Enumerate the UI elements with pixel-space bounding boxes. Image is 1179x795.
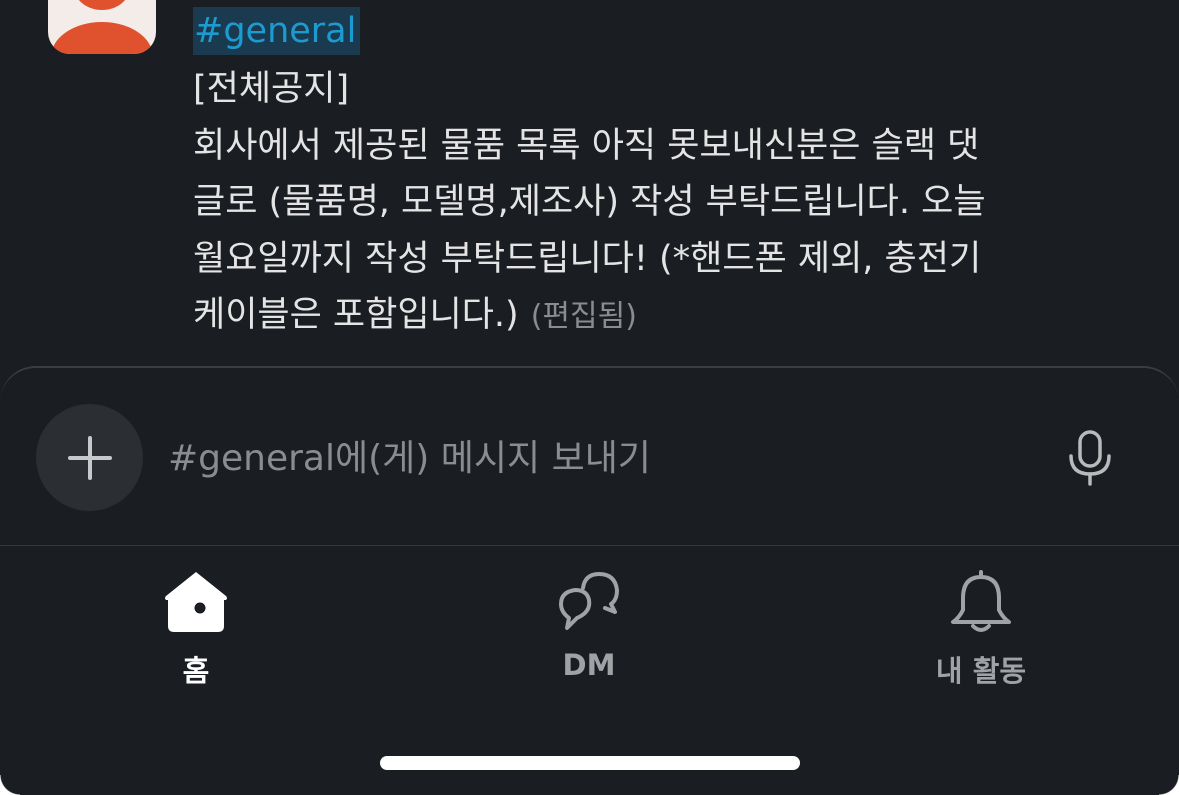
tab-dm-label: DM	[562, 648, 616, 682]
avatar-head-shape	[74, 0, 130, 10]
message-line: 회사에서 제공된 물품 목록 아직 못보내신분은 슬랙 댓	[193, 125, 980, 166]
message-line-last: 케이블은 포함입니다.) (편집됨)	[193, 287, 1153, 346]
user-avatar[interactable]	[48, 0, 156, 54]
slack-screen: #general [전체공지] 회사에서 제공된 물품 목록 아직 못보내신분은…	[0, 0, 1179, 795]
home-icon	[165, 572, 227, 632]
tab-activity-label: 내 활동	[935, 654, 1027, 688]
home-indicator-bar[interactable]	[380, 756, 800, 770]
message-line: 글로 (물품명, 모델명,제조사) 작성 부탁드립니다. 오늘	[193, 182, 986, 222]
message-line: 월요일까지 작성 부탁드립니다! (*핸드폰 제외, 충전기	[193, 238, 982, 279]
microphone-icon[interactable]	[1062, 428, 1118, 488]
tab-home[interactable]: 홈	[96, 566, 296, 696]
tab-dm[interactable]: DM	[489, 566, 689, 696]
tab-home-label: 홈	[182, 654, 210, 688]
dm-icon	[559, 572, 619, 630]
message-line-text: 케이블은 포함입니다.)	[193, 295, 519, 335]
screen-corner	[0, 775, 20, 795]
message-composer	[0, 366, 1179, 546]
avatar-body-shape	[51, 22, 153, 54]
message-body: #general [전체공지] 회사에서 제공된 물품 목록 아직 못보내신분은…	[193, 3, 1153, 346]
screen-corner	[1159, 775, 1179, 795]
tab-activity[interactable]: 내 활동	[881, 566, 1081, 696]
bell-icon	[951, 570, 1011, 632]
message-item[interactable]: #general [전체공지] 회사에서 제공된 물품 목록 아직 못보내신분은…	[0, 0, 1179, 370]
message-input[interactable]	[168, 426, 1028, 490]
add-attachment-button[interactable]	[36, 404, 143, 511]
edited-label: (편집됨)	[530, 299, 637, 334]
channel-mention-link[interactable]: #general	[193, 7, 361, 55]
message-line: [전체공지]	[193, 69, 350, 109]
